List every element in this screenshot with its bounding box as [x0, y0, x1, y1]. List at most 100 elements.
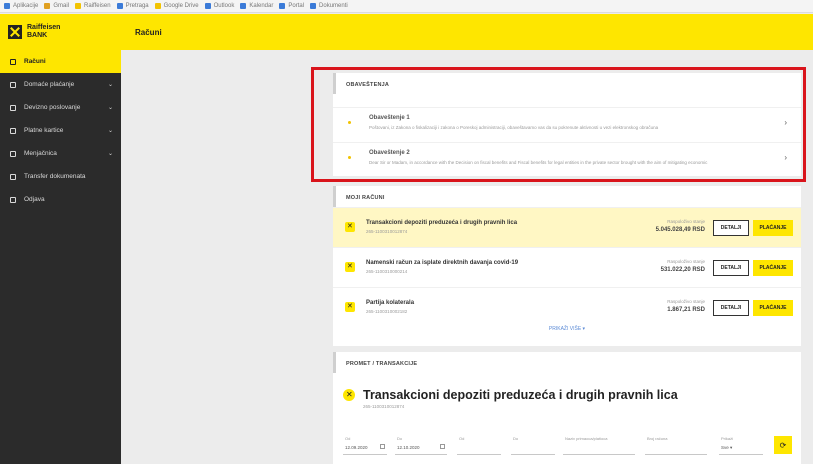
chevron-down-icon: ⌄	[107, 151, 113, 157]
bookmark-label: Pretraga	[125, 3, 149, 9]
accounts-heading: MOJI RAČUNI	[333, 186, 801, 207]
sidebar-item-label: Računi	[24, 58, 46, 65]
menu-item-icon	[10, 196, 16, 203]
sidebar-item[interactable]: Domaće plaćanje ⌄	[0, 73, 121, 96]
calendar-icon[interactable]	[440, 444, 445, 449]
filter-field[interactable]: Naziv primaoca/platioca	[563, 436, 635, 455]
chevron-down-icon: ⌄	[107, 82, 113, 88]
filter-value: 12.09.2020	[345, 445, 368, 450]
account-icon	[343, 389, 355, 401]
sidebar-item-label: Menjačnica	[24, 150, 57, 157]
sidebar: Raiffeisen BANK Računi Domaće plaćanje ⌄ De…	[0, 14, 121, 464]
bookmark-item[interactable]: Google Drive	[154, 3, 199, 9]
bookmark-item[interactable]: Dokumenti	[310, 3, 348, 9]
account-name: Namenski račun za isplate direktnih dava…	[366, 260, 519, 266]
bookmark-label: Google Drive	[163, 3, 199, 9]
bookmark-item[interactable]: Outlook	[204, 3, 235, 9]
sidebar-item[interactable]: Odjava	[0, 188, 121, 211]
menu-item-icon	[10, 127, 16, 134]
bookmark-label: Gmail	[53, 3, 70, 9]
payment-button[interactable]: PLAĆANJE	[753, 300, 793, 316]
payment-button[interactable]: PLAĆANJE	[753, 260, 793, 276]
account-name: Transakcioni depoziti preduzeća i drugih…	[366, 220, 518, 226]
menu-item-icon	[10, 150, 16, 157]
bookmark-favicon-icon	[44, 3, 51, 9]
highlight-annotation	[311, 67, 806, 182]
account-balance: 5.045.028,49 RSD	[655, 227, 705, 233]
account-name: Partija kolaterala	[366, 300, 415, 306]
filter-field[interactable]: Od	[457, 436, 501, 455]
account-row[interactable]: Partija kolaterala 265-1100310002182 Raspo…	[333, 287, 801, 328]
bookmark-item[interactable]: Aplikacije	[4, 3, 38, 9]
sidebar-item[interactable]: Menjačnica ⌄	[0, 142, 121, 165]
show-more-link[interactable]: PRIKAŽI VIŠE ▾	[333, 326, 801, 332]
sidebar-item[interactable]: Računi	[0, 50, 121, 73]
account-number: 265-1100310002182	[366, 309, 408, 314]
bookmark-favicon-icon	[75, 3, 82, 9]
menu-item-icon	[10, 81, 16, 88]
bookmark-favicon-icon	[310, 3, 317, 9]
transactions-account-title: Transakcioni depoziti preduzeća i drugih…	[363, 388, 678, 402]
sidebar-item[interactable]: Platne kartice ⌄	[0, 119, 121, 142]
raiffeisen-logo-icon	[8, 25, 22, 39]
account-row[interactable]: Transakcioni depoziti preduzeća i drugih…	[333, 207, 801, 248]
page-header: Računi	[121, 14, 813, 50]
bookmark-item[interactable]: Kalendar	[240, 3, 273, 9]
menu-item-icon	[10, 104, 16, 111]
bookmark-favicon-icon	[154, 3, 161, 9]
filter-field[interactable]: Broj računa	[645, 436, 707, 455]
payment-button[interactable]: PLAĆANJE	[753, 220, 793, 236]
bookmark-label: Portal	[288, 3, 305, 9]
sidebar-item[interactable]: Transfer dokumenata	[0, 165, 121, 188]
menu-item-icon	[10, 58, 16, 65]
bookmark-favicon-icon	[240, 3, 247, 9]
filter-field[interactable]: Do 12.10.2020	[395, 436, 447, 455]
filter-label: Prikaži	[721, 436, 734, 441]
sidebar-item[interactable]: Devizno poslovanje ⌄	[0, 96, 121, 119]
details-button[interactable]: DETALJI	[713, 220, 749, 236]
sidebar-item-label: Domaće plaćanje	[24, 81, 75, 88]
filter-value: 12.10.2020	[397, 445, 420, 450]
filter-value: Sve ▾	[721, 445, 733, 450]
bookmark-favicon-icon	[204, 3, 211, 9]
account-icon	[345, 222, 355, 232]
chevron-down-icon: ⌄	[107, 105, 113, 111]
bookmark-item[interactable]: Raiffeisen	[75, 3, 111, 9]
bookmark-label: Dokumenti	[319, 3, 348, 9]
brand-name: Raiffeisen	[27, 24, 61, 31]
page-title: Računi	[135, 27, 162, 37]
sidebar-item-label: Odjava	[24, 196, 45, 203]
account-balance: 531.022,20 RSD	[660, 267, 705, 273]
sidebar-item-label: Platne kartice	[24, 127, 64, 134]
refresh-button[interactable]: ⟳	[774, 436, 792, 454]
sidebar-item-label: Devizno poslovanje	[24, 104, 81, 111]
bookmark-item[interactable]: Pretraga	[116, 3, 149, 9]
filter-label: Do	[513, 436, 519, 441]
filter-label: Od	[345, 436, 351, 441]
bookmark-label: Outlook	[213, 3, 235, 9]
filter-field[interactable]: Prikaži Sve ▾	[719, 436, 763, 455]
balance-label: Raspoloživo stanje	[667, 219, 705, 224]
details-button[interactable]: DETALJI	[713, 260, 749, 276]
account-number: 265-1100310000214	[366, 269, 408, 274]
details-button[interactable]: DETALJI	[713, 300, 749, 316]
filter-label: Broj računa	[647, 436, 668, 441]
bookmark-favicon-icon	[4, 3, 10, 9]
sidebar-item-label: Transfer dokumenata	[24, 173, 86, 180]
filter-field[interactable]: Od 12.09.2020	[343, 436, 387, 455]
bookmark-item[interactable]: Portal	[279, 3, 304, 9]
bookmark-label: Kalendar	[249, 3, 274, 9]
account-icon	[345, 262, 355, 272]
accounts-card: MOJI RAČUNI Transakcioni depoziti preduz…	[333, 186, 801, 346]
balance-label: Raspoloživo stanje	[667, 259, 705, 264]
bookmark-item[interactable]: Gmail	[44, 3, 69, 9]
bank-logo[interactable]: Raiffeisen BANK	[0, 14, 121, 50]
balance-label: Raspoloživo stanje	[667, 299, 705, 304]
bookmark-label: Aplikacije	[13, 3, 39, 9]
bookmark-favicon-icon	[116, 3, 123, 9]
calendar-icon[interactable]	[380, 444, 385, 449]
bookmark-favicon-icon	[279, 3, 286, 9]
account-row[interactable]: Namenski račun za isplate direktnih dava…	[333, 247, 801, 288]
account-icon	[345, 302, 355, 312]
filter-field[interactable]: Do	[511, 436, 555, 455]
